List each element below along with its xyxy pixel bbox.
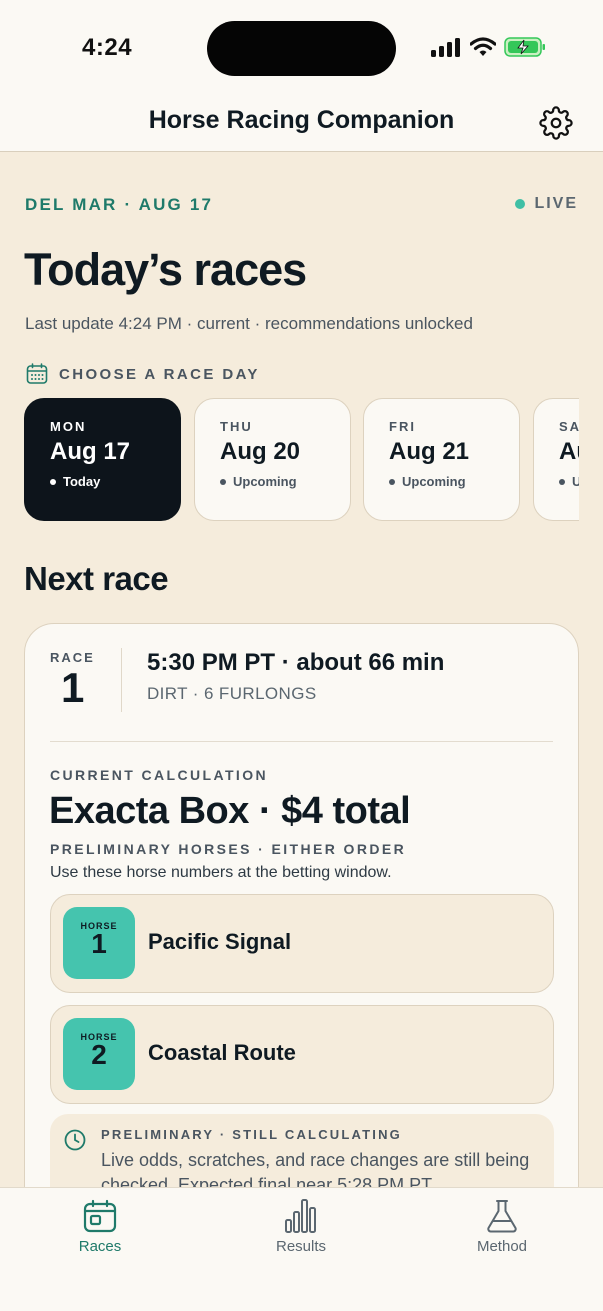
horse-row[interactable]: HORSE 1 Pacific Signal (50, 894, 554, 993)
day-date: Aug 21 (389, 438, 470, 465)
divider (50, 741, 553, 742)
bar-chart-icon (285, 1199, 316, 1233)
race-label: RACE (50, 650, 95, 665)
bet-summary: Exacta Box · $4 total (49, 790, 411, 832)
day-card-aug-20[interactable]: THU Aug 20 Upcoming (194, 398, 351, 521)
tab-method[interactable]: Method (442, 1198, 562, 1255)
horse-number-badge: HORSE 2 (63, 1018, 135, 1090)
divider (121, 648, 122, 712)
day-of-week: SA (559, 419, 579, 434)
status-dot-icon (50, 478, 56, 485)
battery-icon (504, 37, 545, 57)
preliminary-horses-label: PRELIMINARY HORSES · EITHER ORDER (50, 841, 407, 857)
day-status: Upcoming (389, 474, 519, 489)
tab-bar: Races Results Method (0, 1187, 603, 1311)
tab-races[interactable]: Races (40, 1198, 160, 1255)
calculation-label: CURRENT CALCULATION (50, 767, 268, 783)
clock-icon (64, 1129, 86, 1151)
day-of-week: THU (220, 419, 253, 434)
day-status: Upcoming (220, 474, 350, 489)
day-of-week: FRI (389, 419, 416, 434)
post-time: 5:30 PM PT · about 66 min (147, 649, 445, 676)
tab-label: Races (78, 1238, 122, 1255)
day-picker-label: CHOOSE A RACE DAY (59, 365, 260, 383)
preliminary-status-text: Live odds, scratches, and race changes a… (101, 1150, 530, 1187)
app-title: Horse Racing Companion (148, 106, 455, 134)
betting-instruction: Use these horse numbers at the betting w… (50, 864, 392, 881)
next-race-heading: Next race (24, 560, 169, 597)
horse-name: Pacific Signal (148, 929, 292, 954)
race-number: 1 (61, 664, 85, 711)
signal-icon (431, 38, 460, 57)
last-update: Last update 4:24 PM · current · recommen… (25, 314, 473, 333)
tab-label: Results (275, 1238, 327, 1255)
horse-number: 2 (91, 1039, 107, 1070)
status-bar: 4:24 (0, 0, 603, 96)
status-time: 4:24 (82, 34, 133, 61)
horse-number-badge: HORSE 1 (63, 907, 135, 979)
live-dot-icon (515, 199, 526, 209)
day-date: Aug 20 (220, 438, 301, 465)
day-status-label: Upcoming (402, 474, 466, 489)
tab-results[interactable]: Results (241, 1198, 361, 1255)
day-of-week: MON (50, 419, 87, 434)
day-card-aug-17[interactable]: MON Aug 17 Today (24, 398, 181, 521)
tab-label: Method (476, 1238, 528, 1255)
day-date: Aug 17 (50, 438, 131, 465)
day-card-aug-21[interactable]: FRI Aug 21 Upcoming (363, 398, 520, 521)
status-icons (430, 36, 546, 58)
day-status-label: U (572, 474, 579, 489)
settings-button[interactable] (537, 104, 575, 142)
day-card-partial[interactable]: SA Au U (533, 398, 579, 521)
horse-number: 1 (91, 928, 107, 959)
day-date: Au (559, 438, 579, 465)
day-status: Today (50, 474, 180, 489)
status-dot-icon (559, 478, 565, 485)
preliminary-status-box: PRELIMINARY · STILL CALCULATING Live odd… (50, 1114, 554, 1187)
main-content: DEL MAR · AUG 17 LIVE Today’s races Last… (0, 152, 603, 1187)
calendar-icon (26, 363, 48, 384)
live-indicator: LIVE (515, 195, 578, 213)
status-dot-icon (220, 478, 226, 485)
page-title: Today’s races (24, 244, 307, 295)
gear-icon (539, 106, 573, 140)
horse-name: Coastal Route (148, 1040, 296, 1065)
calendar-icon (83, 1199, 117, 1233)
preliminary-status-label: PRELIMINARY · STILL CALCULATING (101, 1127, 402, 1142)
flask-icon (487, 1200, 517, 1233)
live-label: LIVE (534, 195, 578, 212)
race-card[interactable]: RACE 1 5:30 PM PT · about 66 min DIRT · … (24, 623, 579, 1187)
horse-row[interactable]: HORSE 2 Coastal Route (50, 1005, 554, 1104)
dynamic-island (207, 21, 396, 76)
app-header: Horse Racing Companion (0, 96, 603, 152)
day-status-label: Upcoming (233, 474, 297, 489)
day-status-label: Today (63, 474, 101, 489)
status-dot-icon (389, 478, 395, 485)
wifi-icon (470, 37, 496, 56)
venue-date: DEL MAR · AUG 17 (25, 195, 214, 214)
day-picker-header: CHOOSE A RACE DAY (25, 362, 260, 386)
track-info: DIRT · 6 FURLONGS (147, 684, 317, 703)
day-picker: MON Aug 17 Today THU Aug 20 Upcoming FRI… (24, 398, 579, 522)
day-status: U (559, 474, 579, 489)
